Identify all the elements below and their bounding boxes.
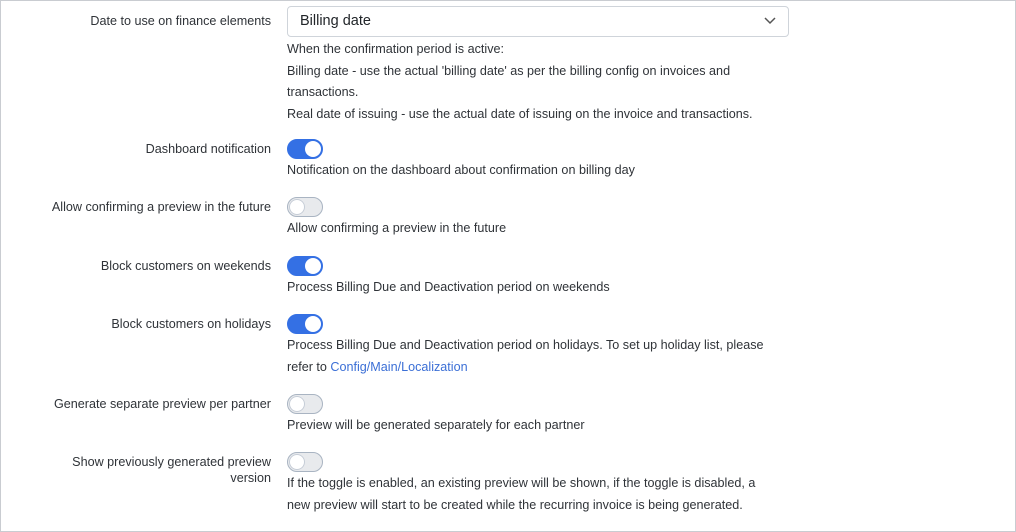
block-holidays-help-2: refer to Config/Main/Localization [287, 357, 797, 379]
allow-confirm-future-toggle[interactable] [287, 197, 323, 217]
show-previous-preview-toggle[interactable] [287, 452, 323, 472]
finance-date-help-4: Real date of issuing - use the actual da… [287, 106, 753, 121]
finance-date-selected-value: Billing date [300, 13, 371, 29]
dashboard-notification-label: Dashboard notification [145, 142, 271, 156]
block-weekends-help: Process Billing Due and Deactivation per… [287, 280, 610, 294]
show-previous-preview-label-line1: Show previously generated preview [72, 455, 271, 469]
chevron-down-icon [764, 17, 776, 25]
block-holidays-help-prefix: refer to [287, 359, 331, 374]
toggle-knob [289, 199, 305, 215]
finance-date-select[interactable]: Billing date [287, 6, 789, 37]
finance-date-help-3: transactions. [287, 85, 359, 99]
allow-confirm-future-label: Allow confirming a preview in the future [51, 200, 271, 214]
block-weekends-toggle[interactable] [287, 256, 323, 276]
show-previous-preview-label-line2: version [230, 471, 271, 485]
allow-confirm-future-help: Allow confirming a preview in the future [287, 221, 507, 235]
block-holidays-toggle[interactable] [287, 314, 323, 334]
toggle-knob [305, 141, 321, 157]
toggle-knob [305, 258, 321, 274]
finance-date-help-1: When the confirmation period is active: [287, 42, 504, 56]
toggle-knob [289, 454, 305, 470]
settings-panel: Date to use on finance elements Billing … [0, 0, 1016, 532]
separate-preview-toggle[interactable] [287, 394, 323, 414]
dashboard-notification-toggle[interactable] [287, 139, 323, 159]
toggle-knob [289, 396, 305, 412]
finance-date-label: Date to use on finance elements [90, 14, 271, 28]
show-previous-preview-help-2: new preview will start to be created whi… [287, 497, 743, 512]
block-weekends-label: Block customers on weekends [100, 259, 271, 273]
separate-preview-label: Generate separate preview per partner [53, 397, 271, 411]
show-previous-preview-help-1: If the toggle is enabled, an existing pr… [287, 476, 756, 490]
block-holidays-label: Block customers on holidays [111, 317, 271, 331]
show-previous-preview-label: Show previously generated preview versio… [21, 454, 271, 486]
separate-preview-help: Preview will be generated separately for… [287, 418, 585, 432]
dashboard-notification-help: Notification on the dashboard about conf… [287, 163, 635, 177]
block-holidays-help-1: Process Billing Due and Deactivation per… [287, 338, 764, 352]
toggle-knob [305, 316, 321, 332]
finance-date-help-2: Billing date - use the actual 'billing d… [287, 63, 731, 78]
localization-config-link[interactable]: Config/Main/Localization [330, 360, 467, 374]
